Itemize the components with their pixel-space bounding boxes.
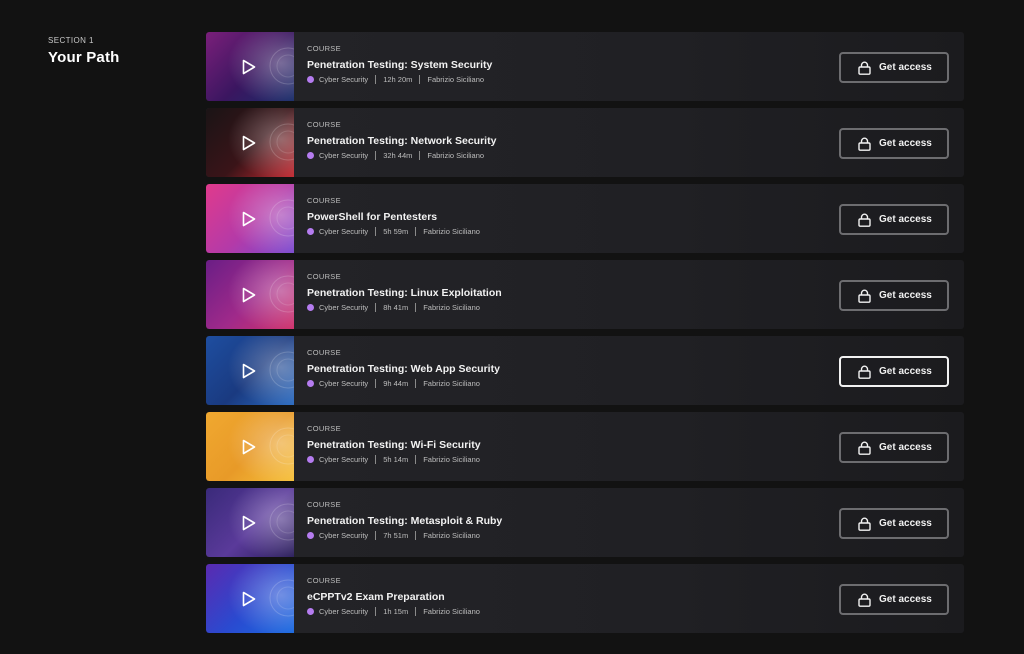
meta-divider: [415, 607, 417, 616]
meta-divider: [375, 75, 377, 84]
course-category: Cyber Security: [319, 607, 369, 616]
course-thumbnail[interactable]: [206, 564, 294, 633]
course-row: COURSE PowerShell for Pentesters Cyber S…: [206, 184, 964, 253]
course-author: Fabrizio Siciliano: [423, 379, 480, 388]
course-author: Fabrizio Siciliano: [423, 227, 480, 236]
play-icon[interactable]: [242, 439, 256, 455]
course-thumbnail[interactable]: [206, 184, 294, 253]
play-icon[interactable]: [242, 59, 256, 75]
play-icon[interactable]: [242, 287, 256, 303]
get-access-label: Get access: [879, 594, 932, 605]
category-dot-icon: [307, 228, 314, 235]
get-access-button[interactable]: Get access: [839, 508, 949, 539]
get-access-button[interactable]: Get access: [839, 356, 949, 387]
course-category: Cyber Security: [319, 227, 369, 236]
get-access-button[interactable]: Get access: [839, 204, 949, 235]
lock-icon: [858, 289, 871, 303]
course-duration: 8h 41m: [383, 303, 409, 312]
section-title: Your Path: [48, 49, 120, 66]
meta-divider: [375, 151, 377, 160]
course-author: Fabrizio Siciliano: [423, 607, 480, 616]
get-access-label: Get access: [879, 290, 932, 301]
category-dot-icon: [307, 76, 314, 83]
lock-icon: [858, 61, 871, 75]
category-dot-icon: [307, 304, 314, 311]
lock-icon: [858, 517, 871, 531]
get-access-label: Get access: [879, 366, 932, 377]
course-thumbnail[interactable]: [206, 260, 294, 329]
category-dot-icon: [307, 152, 314, 159]
category-dot-icon: [307, 380, 314, 387]
course-category: Cyber Security: [319, 455, 369, 464]
get-access-button[interactable]: Get access: [839, 432, 949, 463]
course-author: Fabrizio Siciliano: [423, 303, 480, 312]
play-icon[interactable]: [242, 135, 256, 151]
get-access-label: Get access: [879, 214, 932, 225]
play-icon[interactable]: [242, 363, 256, 379]
course-row: COURSE eCPPTv2 Exam Preparation Cyber Se…: [206, 564, 964, 633]
course-duration: 12h 20m: [383, 75, 413, 84]
course-thumbnail[interactable]: [206, 336, 294, 405]
meta-divider: [375, 607, 377, 616]
meta-divider: [419, 151, 421, 160]
meta-divider: [375, 455, 377, 464]
get-access-label: Get access: [879, 518, 932, 529]
meta-divider: [375, 531, 377, 540]
meta-divider: [415, 379, 417, 388]
course-category: Cyber Security: [319, 379, 369, 388]
course-author: Fabrizio Siciliano: [423, 531, 480, 540]
meta-divider: [375, 227, 377, 236]
meta-divider: [375, 303, 377, 312]
course-duration: 32h 44m: [383, 151, 413, 160]
meta-divider: [419, 75, 421, 84]
course-duration: 5h 14m: [383, 455, 409, 464]
lock-icon: [858, 213, 871, 227]
section-header: SECTION 1 Your Path: [48, 36, 120, 66]
course-row: COURSE Penetration Testing: Web App Secu…: [206, 336, 964, 405]
course-author: Fabrizio Siciliano: [427, 151, 485, 160]
category-dot-icon: [307, 456, 314, 463]
play-icon[interactable]: [242, 515, 256, 531]
get-access-button[interactable]: Get access: [839, 52, 949, 83]
course-row: COURSE Penetration Testing: Wi-Fi Securi…: [206, 412, 964, 481]
course-category: Cyber Security: [319, 75, 369, 84]
get-access-button[interactable]: Get access: [839, 128, 949, 159]
course-row: COURSE Penetration Testing: System Secur…: [206, 32, 964, 101]
course-author: Fabrizio Siciliano: [423, 455, 480, 464]
meta-divider: [415, 303, 417, 312]
course-thumbnail[interactable]: [206, 488, 294, 557]
get-access-button[interactable]: Get access: [839, 280, 949, 311]
section-label: SECTION 1: [48, 36, 94, 45]
lock-icon: [858, 593, 871, 607]
course-duration: 7h 51m: [383, 531, 409, 540]
course-thumbnail[interactable]: [206, 412, 294, 481]
meta-divider: [375, 379, 377, 388]
course-thumbnail[interactable]: [206, 32, 294, 101]
meta-divider: [415, 531, 417, 540]
category-dot-icon: [307, 532, 314, 539]
category-dot-icon: [307, 608, 314, 615]
course-row: COURSE Penetration Testing: Linux Exploi…: [206, 260, 964, 329]
get-access-label: Get access: [879, 62, 932, 73]
course-category: Cyber Security: [319, 151, 369, 160]
get-access-label: Get access: [879, 442, 932, 453]
get-access-button[interactable]: Get access: [839, 584, 949, 615]
course-category: Cyber Security: [319, 303, 369, 312]
meta-divider: [415, 227, 417, 236]
course-thumbnail[interactable]: [206, 108, 294, 177]
course-duration: 9h 44m: [383, 379, 409, 388]
course-author: Fabrizio Siciliano: [427, 75, 485, 84]
course-row: COURSE Penetration Testing: Network Secu…: [206, 108, 964, 177]
course-duration: 5h 59m: [383, 227, 409, 236]
play-icon[interactable]: [242, 211, 256, 227]
course-row: COURSE Penetration Testing: Metasploit &…: [206, 488, 964, 557]
meta-divider: [415, 455, 417, 464]
lock-icon: [858, 441, 871, 455]
lock-icon: [858, 137, 871, 151]
play-icon[interactable]: [242, 591, 256, 607]
lock-icon: [858, 365, 871, 379]
course-duration: 1h 15m: [383, 607, 409, 616]
course-category: Cyber Security: [319, 531, 369, 540]
get-access-label: Get access: [879, 138, 932, 149]
